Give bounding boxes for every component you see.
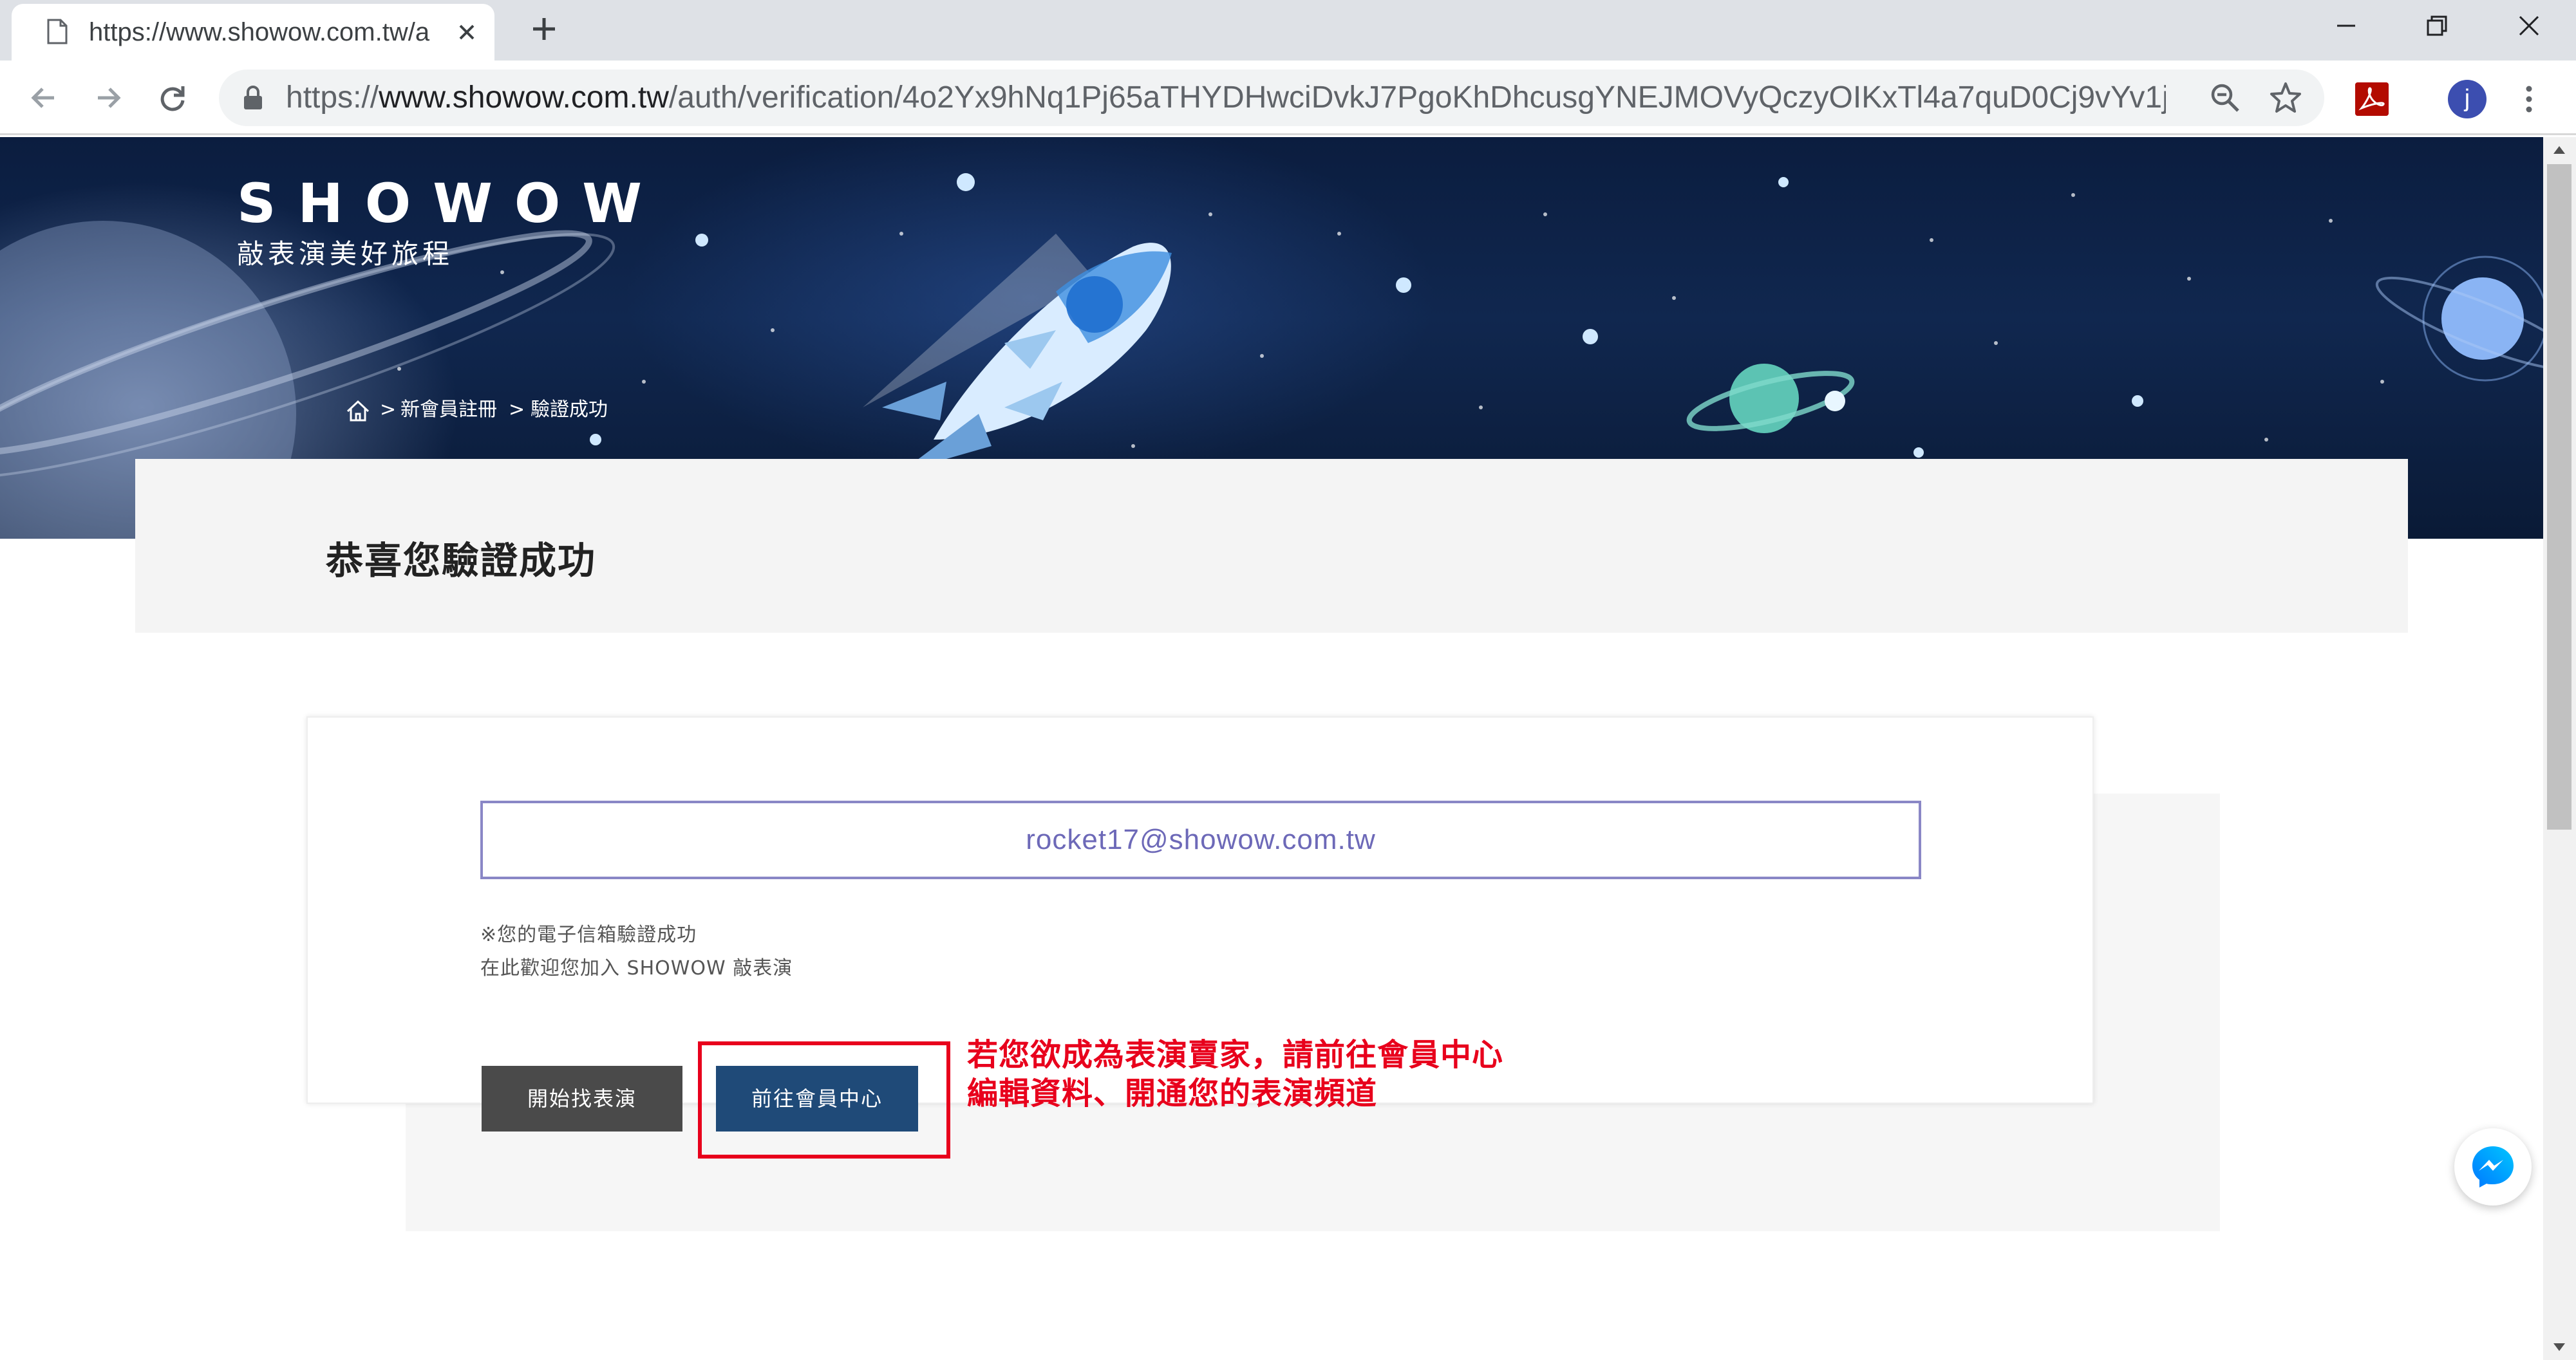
back-icon[interactable] <box>26 80 62 116</box>
window-close-icon[interactable] <box>2510 6 2548 45</box>
minimize-icon[interactable] <box>2327 6 2365 45</box>
browser-tab[interactable]: https://www.showow.com.tw/a <box>12 4 494 61</box>
url-text[interactable]: https://www.showow.com.tw/auth/verificat… <box>286 81 2166 115</box>
zoom-icon[interactable] <box>2208 81 2242 115</box>
showow-logo-icon <box>79 165 199 271</box>
maximize-icon[interactable] <box>2418 6 2456 45</box>
brand-tagline: 敲表演美好旅程 <box>237 238 454 270</box>
brand-name[interactable]: SHOWOW <box>237 174 664 232</box>
vertical-scrollbar[interactable] <box>2543 137 2576 1360</box>
pdf-extension-icon[interactable] <box>2355 82 2389 116</box>
scroll-up-arrow-icon[interactable] <box>2552 145 2566 155</box>
page-title: 恭喜您驗證成功 <box>326 539 597 582</box>
browser-toolbar: https://www.showow.com.tw/auth/verificat… <box>0 61 2576 135</box>
page-viewport: SHOWOW 敲表演美好旅程 > 新會員註冊 > 驗證成功 恭喜您驗證成功 ro… <box>0 137 2543 1360</box>
breadcrumb-separator: > <box>509 398 525 421</box>
verification-note: ※您的電子信箱驗證成功 <box>480 924 697 946</box>
close-icon[interactable] <box>453 18 481 46</box>
annotation-highlight-box <box>698 1041 950 1159</box>
profile-avatar[interactable]: j <box>2448 80 2487 118</box>
menu-icon[interactable] <box>2521 81 2537 117</box>
address-bar[interactable]: https://www.showow.com.tw/auth/verificat… <box>219 70 2324 126</box>
document-icon <box>47 19 68 44</box>
messenger-icon <box>2472 1146 2514 1188</box>
tab-title: https://www.showow.com.tw/a <box>89 18 430 46</box>
url-path: /auth/verification/4o2Yx9hNq1Pj65aTHYDHw… <box>668 81 2166 115</box>
scroll-down-arrow-icon[interactable] <box>2552 1342 2566 1352</box>
messenger-chat-button[interactable] <box>2454 1128 2532 1206</box>
reload-icon[interactable] <box>155 80 191 116</box>
plus-icon[interactable] <box>528 13 560 45</box>
breadcrumb-register[interactable]: 新會員註冊 <box>400 396 497 424</box>
breadcrumb-current: 驗證成功 <box>531 398 608 421</box>
star-icon[interactable] <box>2268 80 2304 116</box>
verified-email-field: rocket17@showow.com.tw <box>480 801 1921 879</box>
forward-icon[interactable] <box>90 80 126 116</box>
home-icon[interactable] <box>345 398 371 423</box>
url-scheme: https:// <box>286 81 379 115</box>
url-host: www.showow.com.tw <box>379 81 669 115</box>
annotation-text-line1: 若您欲成為表演賣家，請前往會員中心 <box>967 1037 1504 1073</box>
annotation-text-line2: 編輯資料、開通您的表演頻道 <box>967 1076 1378 1112</box>
breadcrumb-separator: > <box>380 398 397 421</box>
browser-tab-strip: https://www.showow.com.tw/a <box>0 0 2576 61</box>
browse-shows-button[interactable]: 開始找表演 <box>482 1066 682 1132</box>
title-card: 恭喜您驗證成功 <box>135 459 2408 633</box>
scrollbar-thumb[interactable] <box>2547 164 2571 830</box>
lock-icon[interactable] <box>242 85 264 111</box>
welcome-note: 在此歡迎您加入 SHOWOW 敲表演 <box>480 957 793 980</box>
